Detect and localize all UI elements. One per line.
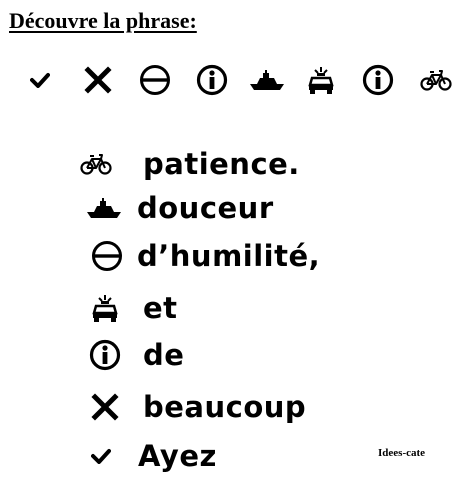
info-circle-icon	[194, 60, 230, 100]
cross-icon	[80, 60, 116, 100]
legend-word: d’humilité,	[137, 239, 321, 273]
legend-word: patience.	[143, 147, 300, 181]
check-icon	[86, 434, 116, 478]
police-car-icon	[303, 60, 339, 100]
circle-minus-icon	[87, 234, 127, 278]
page-title: Découvre la phrase:	[9, 8, 197, 33]
check-icon	[26, 60, 54, 100]
police-car-icon	[87, 286, 123, 330]
circle-minus-icon	[137, 60, 173, 100]
legend-word: beaucoup	[143, 390, 307, 424]
info-circle-icon	[360, 60, 396, 100]
legend-word: et	[143, 291, 178, 325]
coded-sentence	[0, 60, 460, 100]
bicycle-icon	[78, 142, 114, 186]
bicycle-icon	[418, 60, 454, 100]
legend-word: Ayez	[138, 439, 217, 473]
legend-word: de	[143, 338, 185, 372]
legend-item: beaucoup	[0, 385, 460, 429]
legend-word: douceur	[137, 191, 274, 225]
credit-text: Idees-cate	[378, 447, 426, 459]
legend-item: douceur	[0, 186, 460, 230]
legend-item: et	[0, 286, 460, 330]
cross-icon	[86, 385, 124, 429]
legend-item: d’humilité,	[0, 234, 460, 278]
legend-item: patience.	[0, 142, 460, 186]
legend-item: de	[0, 333, 460, 377]
boat-icon	[247, 60, 287, 100]
boat-icon	[84, 186, 124, 230]
info-circle-icon	[86, 333, 124, 377]
